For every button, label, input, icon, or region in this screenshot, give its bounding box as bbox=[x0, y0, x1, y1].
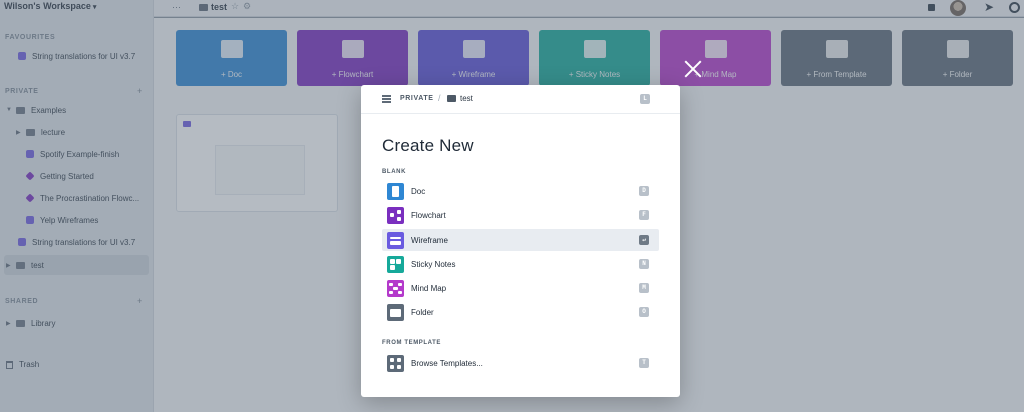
shortcut-key: L bbox=[640, 94, 650, 104]
shortcut-key: T bbox=[639, 358, 649, 368]
option-folder[interactable]: Folder O bbox=[382, 301, 659, 323]
breadcrumb-separator: / bbox=[438, 93, 441, 103]
list-icon bbox=[382, 95, 391, 103]
breadcrumb-folder[interactable]: test bbox=[460, 94, 473, 103]
dialog-title: Create New bbox=[382, 136, 474, 155]
wireframe-icon bbox=[387, 231, 404, 249]
shortcut-key: O bbox=[639, 307, 649, 317]
folder-icon bbox=[447, 95, 456, 102]
breadcrumb-root[interactable]: PRIVATE bbox=[400, 95, 434, 102]
blank-section-label: BLANK bbox=[382, 169, 406, 175]
templates-icon bbox=[387, 354, 404, 372]
sticky-notes-icon bbox=[387, 255, 404, 273]
create-new-dialog: PRIVATE / test L Create New BLANK Doc D … bbox=[361, 85, 680, 397]
shortcut-key: F bbox=[639, 210, 649, 220]
option-wireframe[interactable]: Wireframe ↵ bbox=[382, 229, 659, 251]
mind-map-icon bbox=[387, 279, 404, 297]
option-flowchart[interactable]: Flowchart F bbox=[382, 204, 659, 226]
option-label: Flowchart bbox=[411, 210, 446, 220]
shortcut-key: N bbox=[639, 259, 649, 269]
shortcut-key: D bbox=[639, 186, 649, 196]
option-label: Folder bbox=[411, 307, 434, 317]
dialog-header: PRIVATE / test L bbox=[361, 85, 680, 114]
option-label: Doc bbox=[411, 186, 426, 196]
enter-key-icon: ↵ bbox=[639, 235, 649, 245]
option-browse-templates[interactable]: Browse Templates... T bbox=[382, 352, 659, 374]
template-section-label: FROM TEMPLATE bbox=[382, 340, 442, 346]
close-icon[interactable] bbox=[684, 60, 702, 78]
option-mind-map[interactable]: Mind Map M bbox=[382, 277, 659, 299]
option-label: Sticky Notes bbox=[411, 259, 456, 269]
option-label: Mind Map bbox=[411, 283, 447, 293]
flowchart-icon bbox=[387, 206, 404, 224]
option-label: Wireframe bbox=[411, 235, 448, 245]
option-doc[interactable]: Doc D bbox=[382, 180, 659, 202]
folder-icon bbox=[387, 303, 404, 321]
doc-icon bbox=[387, 182, 404, 200]
option-label: Browse Templates... bbox=[411, 358, 483, 368]
shortcut-key: M bbox=[639, 283, 649, 293]
option-sticky-notes[interactable]: Sticky Notes N bbox=[382, 253, 659, 275]
